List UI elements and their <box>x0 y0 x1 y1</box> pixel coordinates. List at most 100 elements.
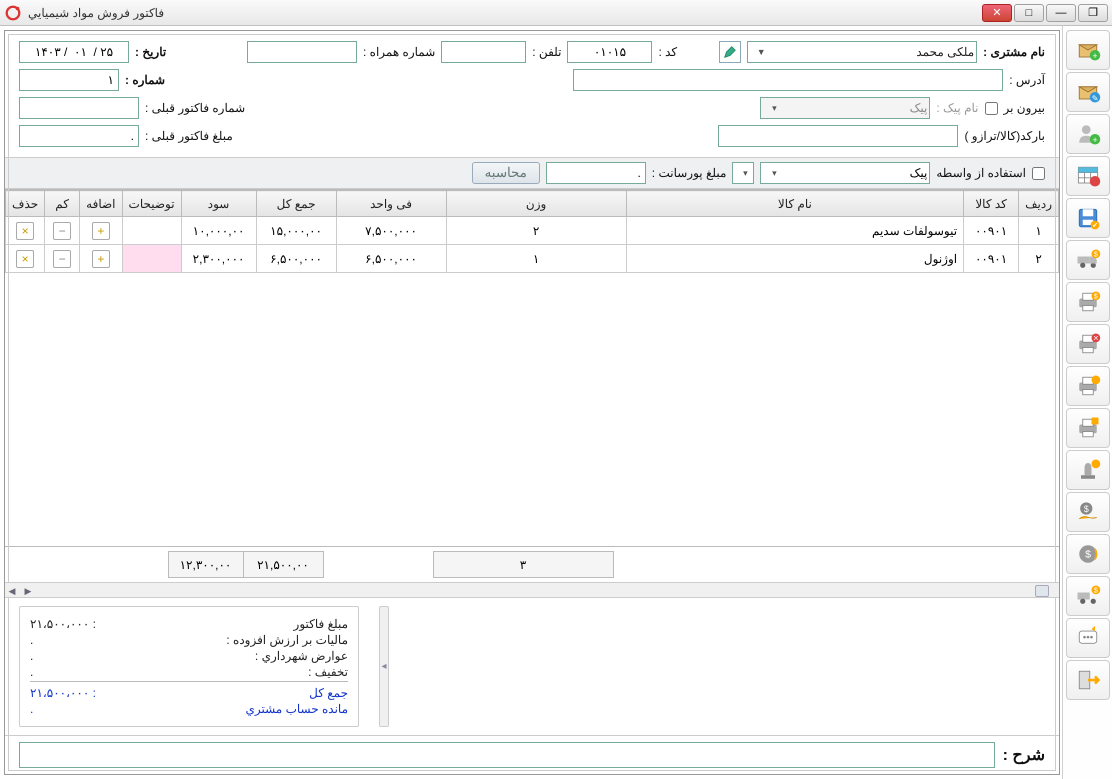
toolbar-table[interactable] <box>1066 156 1110 196</box>
use-agent-checkbox[interactable] <box>1032 167 1045 180</box>
scroll-left-icon[interactable]: ◀ <box>5 584 19 598</box>
th-unit-price[interactable]: فی واحد <box>336 191 446 217</box>
toolbar-exit[interactable] <box>1066 660 1110 700</box>
maximize-button[interactable]: □ <box>1014 4 1044 22</box>
cell-desc[interactable] <box>122 217 181 245</box>
address-input[interactable] <box>573 69 1003 91</box>
code-input[interactable] <box>567 41 652 63</box>
chevron-down-icon: ▾ <box>767 101 781 115</box>
cell-code: ۰۰۹۰۱ <box>964 217 1019 245</box>
th-sub[interactable]: کم <box>45 191 80 217</box>
toolbar-delivery[interactable]: $ <box>1066 240 1110 280</box>
address-label: آدرس : <box>1009 73 1045 87</box>
sum-municipal-label: عوارض شهرداري : <box>255 649 348 663</box>
courier-out-checkbox[interactable] <box>985 102 998 115</box>
cell-desc[interactable] <box>122 245 181 273</box>
sum-grand-label: جمع كل <box>309 686 348 700</box>
toolbar-print-label[interactable] <box>1066 366 1110 406</box>
svg-text:+: + <box>1092 51 1097 61</box>
minimize-button[interactable]: — <box>1046 4 1076 22</box>
toolbar-delivery-money[interactable]: $ <box>1066 576 1110 616</box>
row-del-button[interactable]: × <box>16 222 34 240</box>
row-add-button[interactable]: + <box>92 222 110 240</box>
summary-collapse-handle[interactable]: ◂ <box>379 606 389 727</box>
date-input[interactable] <box>19 41 129 63</box>
th-total[interactable]: جمع کل <box>256 191 336 217</box>
th-code[interactable]: کد کالا <box>964 191 1019 217</box>
bottom-bar: شرح : <box>5 735 1059 774</box>
toolbar-save[interactable]: ✔ <box>1066 198 1110 238</box>
middle-bar: استفاده از واسطه پیک ▾ ▾ مبلغ پورسانت : … <box>5 157 1059 189</box>
row-sub-button[interactable]: − <box>53 250 71 268</box>
cell-total: ۶,۵۰۰,۰۰۰ <box>256 245 336 273</box>
summary-box: مبلغ فاكتور۲۱،۵۰۰،۰۰۰ : ماليات بر ارزش ا… <box>19 606 359 727</box>
toolbar-print-cancel[interactable]: ✕ <box>1066 324 1110 364</box>
row-sub-button[interactable]: − <box>53 222 71 240</box>
row-add-button[interactable]: + <box>92 250 110 268</box>
prev-amount-label: مبلغ فاکتور قبلی : <box>145 129 233 143</box>
th-desc[interactable]: توضیحات <box>122 191 181 217</box>
totals-total: ۲۱,۵۰۰,۰۰ <box>243 552 323 578</box>
toolbar-print-money[interactable]: $ <box>1066 282 1110 322</box>
prev-amount-input[interactable] <box>19 125 139 147</box>
number-input[interactable] <box>19 69 119 91</box>
th-profit[interactable]: سود <box>181 191 256 217</box>
titlebar: ✕ □ — ❐ فاكتور فروش مواد شيميايي <box>0 0 1112 26</box>
barcode-input[interactable] <box>718 125 958 147</box>
prev-invoice-input[interactable] <box>19 97 139 119</box>
cell-add: + <box>80 217 122 245</box>
scroll-thumb[interactable] <box>1035 585 1049 597</box>
th-del[interactable]: حذف <box>6 191 45 217</box>
sum-balance-value: . <box>30 702 33 716</box>
agent-combo[interactable]: پیک ▾ <box>760 162 930 184</box>
courier-combo[interactable]: پیک ▾ <box>760 97 930 119</box>
summary-area: ◂ مبلغ فاكتور۲۱،۵۰۰،۰۰۰ : ماليات بر ارزش… <box>5 598 1059 735</box>
table-row[interactable]: ۲۰۰۹۰۱اوژنول۱۶,۵۰۰,۰۰۰۶,۵۰۰,۰۰۰۲,۳۰۰,۰۰۰… <box>6 245 1059 273</box>
close-button[interactable]: ✕ <box>982 4 1012 22</box>
calculate-button[interactable]: محاسبه <box>472 162 540 184</box>
courier-name-label: نام پیک : <box>936 101 978 115</box>
th-add[interactable]: اضافه <box>80 191 122 217</box>
sum-discount-label: تخفيف : <box>308 665 348 679</box>
toolbar-message[interactable] <box>1066 618 1110 658</box>
customer-combo[interactable]: ملکی محمد ▼ <box>747 41 977 63</box>
table-row[interactable]: ۱۰۰۹۰۱تیوسولفات سدیم۲۷,۵۰۰,۰۰۰۱۵,۰۰۰,۰۰۱… <box>6 217 1059 245</box>
phone-input[interactable] <box>441 41 526 63</box>
toolbar-print-tag[interactable] <box>1066 408 1110 448</box>
customer-value: ملکی محمد <box>916 45 974 59</box>
toolbar-stamp[interactable] <box>1066 450 1110 490</box>
cell-weight: ۱ <box>446 245 626 273</box>
restore-button[interactable]: ❐ <box>1078 4 1108 22</box>
toolbar-add-customer[interactable]: + <box>1066 114 1110 154</box>
th-row[interactable]: ردیف <box>1019 191 1059 217</box>
th-name[interactable]: نام کالا <box>626 191 964 217</box>
toolbar-receive-money[interactable]: $ <box>1066 492 1110 532</box>
sum-vat-value: . <box>30 633 33 647</box>
agent-aux-combo[interactable]: ▾ <box>732 162 754 184</box>
horizontal-scrollbar[interactable]: ◀ ▶ <box>5 582 1059 598</box>
desc-label: شرح : <box>1003 745 1045 765</box>
row-del-button[interactable]: × <box>16 250 34 268</box>
cell-name: تیوسولفات سدیم <box>626 217 964 245</box>
svg-text:✕: ✕ <box>1093 336 1099 343</box>
side-toolbar: + ✎ + ✔ $ $ ✕ $ $ $ <box>1062 26 1112 779</box>
cell-sub: − <box>45 217 80 245</box>
totals-row: ۳ ۲۱,۵۰۰,۰۰ ۱۲,۳۰۰,۰۰ <box>5 546 1059 582</box>
edit-customer-button[interactable] <box>719 41 741 63</box>
commission-input[interactable] <box>546 162 646 184</box>
sum-vat-label: ماليات بر ارزش افزوده : <box>226 633 348 647</box>
scroll-right-icon[interactable]: ▶ <box>21 584 35 598</box>
cell-profit: ۱۰,۰۰۰,۰۰ <box>181 217 256 245</box>
code-label: کد : <box>658 45 677 59</box>
toolbar-currency[interactable]: $ <box>1066 534 1110 574</box>
number-label: شماره : <box>125 73 165 87</box>
cell-row: ۲ <box>1019 245 1059 273</box>
cell-unit-price: ۶,۵۰۰,۰۰۰ <box>336 245 446 273</box>
toolbar-edit-invoice[interactable]: ✎ <box>1066 72 1110 112</box>
th-weight[interactable]: وزن <box>446 191 626 217</box>
sum-balance-label: مانده حساب مشتري <box>245 702 348 716</box>
toolbar-new-invoice[interactable]: + <box>1066 30 1110 70</box>
desc-input[interactable] <box>19 742 995 768</box>
mobile-input[interactable] <box>247 41 357 63</box>
cell-code: ۰۰۹۰۱ <box>964 245 1019 273</box>
